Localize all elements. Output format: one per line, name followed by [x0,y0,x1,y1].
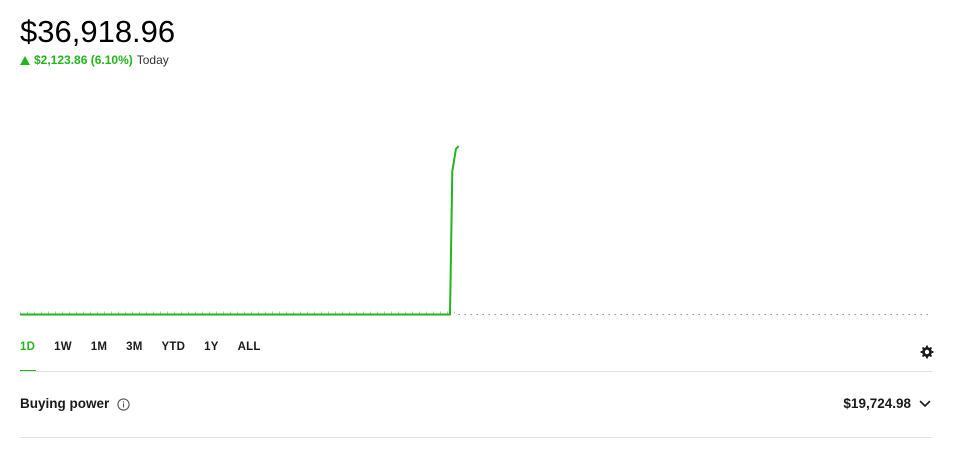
buying-power-value[interactable]: $19,724.98 [843,396,911,411]
buying-power-label: Buying power [20,396,110,411]
tab-1m[interactable]: 1M [91,341,107,371]
tab-1d[interactable]: 1D [20,341,37,372]
series-line [20,145,460,316]
gear-icon[interactable] [919,344,935,360]
tab-all[interactable]: ALL [238,341,261,371]
chevron-down-icon[interactable] [919,399,931,409]
portfolio-chart[interactable] [0,0,957,330]
tab-1y[interactable]: 1Y [204,341,218,371]
timeframe-tabs: 1D 1W 1M 3M YTD 1Y ALL [20,341,280,372]
tab-ytd[interactable]: YTD [162,341,186,371]
buying-power-divider [20,437,932,438]
info-icon[interactable] [117,398,130,411]
tab-3m[interactable]: 3M [126,341,142,371]
tab-1w[interactable]: 1W [54,341,72,371]
tabs-divider [20,371,932,372]
